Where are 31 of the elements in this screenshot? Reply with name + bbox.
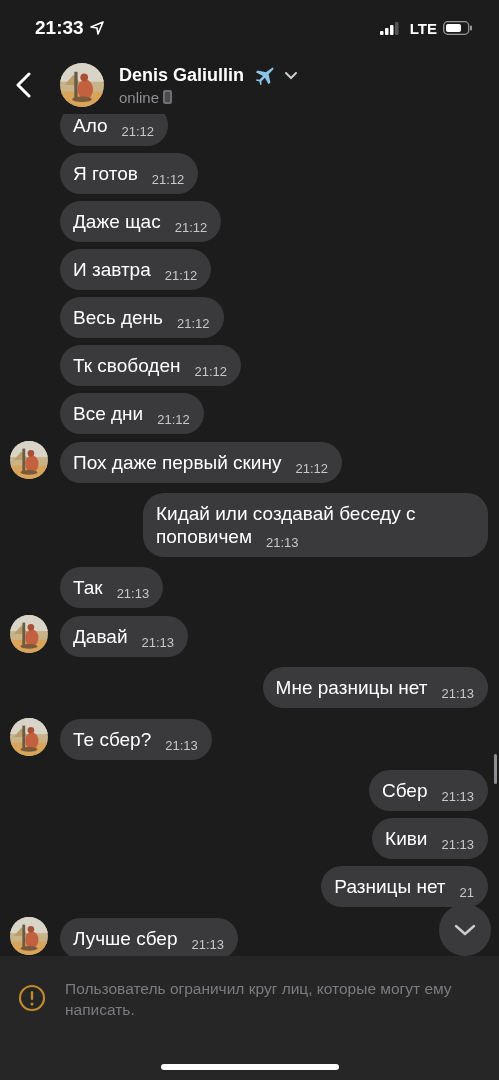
outgoing-message[interactable]: Кидай или создавай беседу с поповичем $_{21:13}$ bbox=[143, 493, 488, 557]
network-type: LTE bbox=[409, 19, 437, 37]
incoming-message[interactable]: Тк свободен $_{21:12}$ bbox=[60, 345, 242, 386]
scroll-down-button[interactable] bbox=[439, 904, 491, 956]
phone-icon bbox=[163, 90, 173, 104]
online-status: online bbox=[119, 88, 160, 106]
incoming-message[interactable]: Те сбер? $_{21:13}$ bbox=[60, 719, 212, 760]
outgoing-message[interactable]: Мне разницы нет $_{21:13}$ bbox=[262, 667, 488, 708]
restriction-notice: Пользователь ограничил круг лиц, которые могут ему написать. bbox=[65, 979, 453, 1020]
incoming-message[interactable]: Даже щас $_{21:12}$ bbox=[60, 201, 222, 242]
incoming-message[interactable]: Давай $_{21:13}$ bbox=[60, 616, 189, 657]
incoming-message[interactable]: Весь день $_{21:12}$ bbox=[60, 297, 224, 338]
battery-icon bbox=[443, 21, 473, 35]
incoming-message[interactable]: Все дни $_{21:12}$ bbox=[60, 393, 204, 434]
incoming-message[interactable]: Я готов $_{21:12}$ bbox=[60, 153, 199, 194]
incoming-message[interactable]: И завтра $_{21:12}$ bbox=[60, 249, 212, 290]
signal-icon bbox=[379, 21, 400, 35]
chevron-down-icon[interactable] bbox=[284, 71, 299, 80]
outgoing-message[interactable]: Разницы нет $_{21}$ bbox=[321, 866, 488, 907]
incoming-message[interactable]: Пох даже первый скину $_{21:12}$ bbox=[60, 442, 343, 483]
incoming-message[interactable]: Так $_{21:13}$ bbox=[60, 567, 164, 608]
incoming-message[interactable]: Лучше сбер $_{21:13}$ bbox=[60, 918, 239, 956]
contact-name[interactable]: Denis Galiullin bbox=[119, 65, 245, 86]
status-time: 21:33 bbox=[35, 17, 84, 39]
outgoing-message[interactable]: Сбер $_{21:13}$ bbox=[368, 770, 488, 811]
outgoing-message[interactable]: Киви $_{21:13}$ bbox=[372, 818, 488, 859]
warning-icon bbox=[18, 984, 46, 1012]
incoming-message[interactable]: Ало $_{21:12}$ bbox=[60, 114, 169, 146]
back-icon bbox=[15, 72, 31, 98]
chevron-down-icon bbox=[454, 924, 476, 936]
location-arrow-icon bbox=[89, 21, 104, 35]
